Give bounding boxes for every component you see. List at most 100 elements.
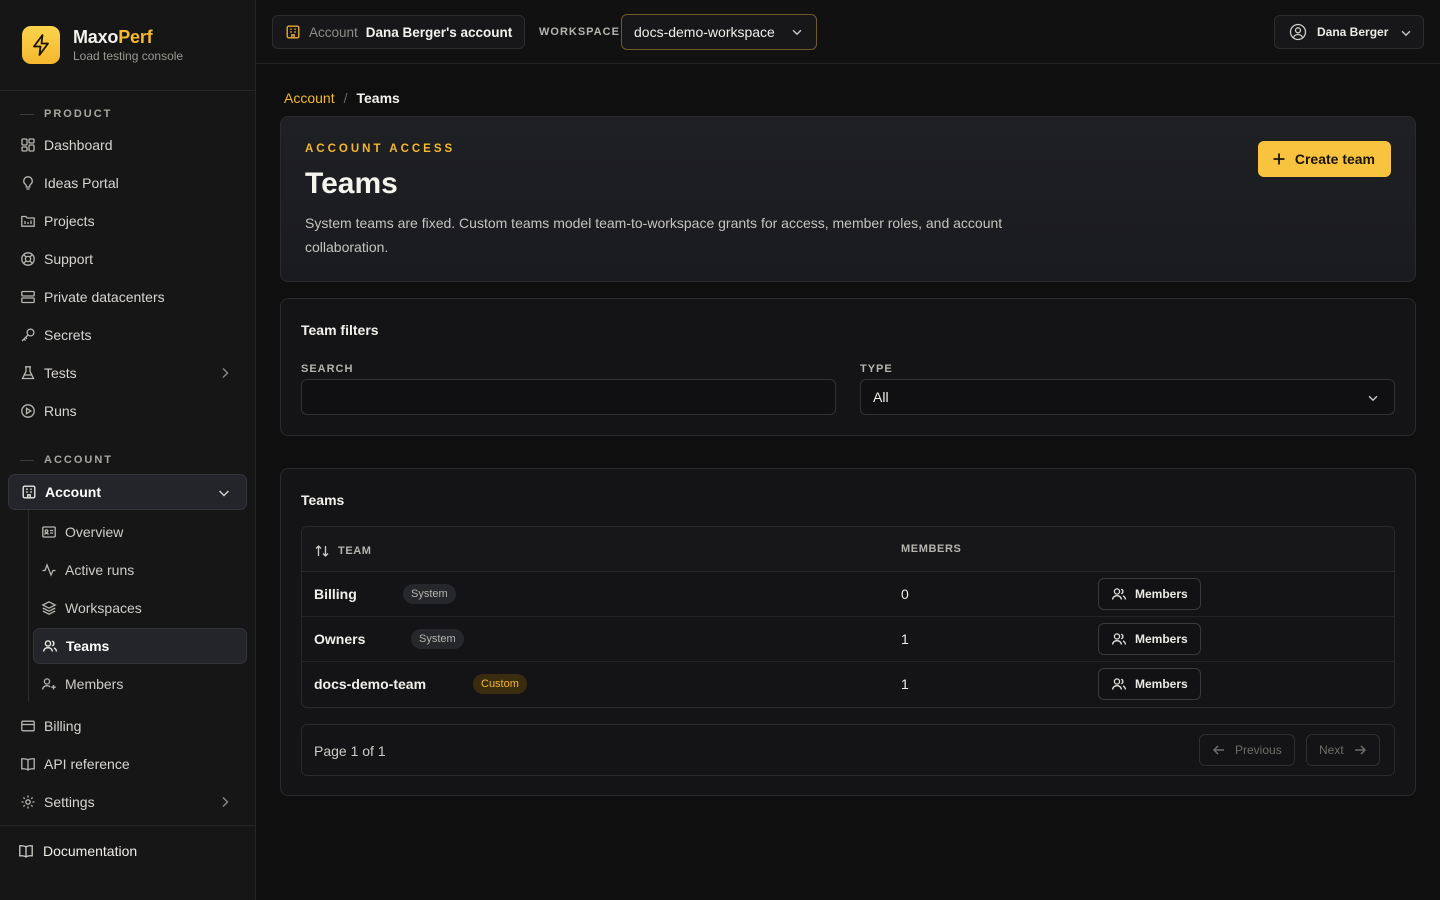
section-label-product: PRODUCT	[20, 108, 112, 120]
sidebar-divider	[0, 825, 255, 826]
sidebar-subitem-workspaces[interactable]: Workspaces	[33, 591, 247, 625]
sidebar-item-label: Billing	[44, 718, 82, 734]
teams-title: Teams	[301, 492, 345, 508]
members-button[interactable]: Members	[1098, 623, 1201, 655]
breadcrumb: Account / Teams	[284, 90, 400, 106]
grid-icon	[20, 137, 36, 153]
sidebar-item-runs[interactable]: Runs	[8, 394, 247, 428]
create-team-label: Create team	[1294, 151, 1375, 167]
sidebar-item-tests[interactable]: Tests	[8, 356, 247, 390]
building-icon	[21, 484, 37, 500]
sidebar-subitem-teams[interactable]: Teams	[33, 628, 247, 664]
page-header-card: ACCOUNT ACCESS Teams System teams are fi…	[280, 116, 1416, 282]
member-count: 1	[901, 631, 909, 647]
lightbulb-icon	[20, 175, 36, 191]
bolt-icon	[22, 26, 60, 64]
chevron-down-icon	[1366, 391, 1380, 405]
brand-subtitle: Load testing console	[73, 49, 184, 63]
gear-icon	[20, 794, 36, 810]
chevron-down-icon	[790, 25, 804, 39]
building-icon	[285, 24, 301, 40]
sidebar-item-support[interactable]: Support	[8, 242, 247, 276]
next-button[interactable]: Next	[1306, 734, 1380, 766]
page-description: System teams are fixed. Custom teams mod…	[305, 215, 1003, 255]
account-switcher[interactable]: Account Dana Berger's account	[272, 15, 526, 49]
breadcrumb-separator: /	[343, 90, 348, 106]
sidebar-item-label: Members	[65, 676, 124, 692]
sidebar-subitem-active-runs[interactable]: Active runs	[33, 553, 247, 587]
sidebar-item-label: Teams	[66, 638, 110, 654]
documentation-label: Documentation	[43, 843, 138, 859]
credit-card-icon	[20, 718, 36, 734]
sidebar-item-projects[interactable]: Projects	[8, 204, 247, 238]
flask-icon	[20, 365, 36, 381]
type-label: TYPE	[860, 363, 893, 375]
page-eyebrow: ACCOUNT ACCESS	[305, 143, 456, 155]
team-name: Owners	[314, 631, 366, 647]
members-button[interactable]: Members	[1098, 668, 1201, 700]
sidebar-item-billing[interactable]: Billing	[8, 709, 247, 743]
table-row: Billing System 0 Members	[302, 572, 1394, 617]
sidebar-subitem-members[interactable]: Members	[33, 667, 247, 701]
previous-button[interactable]: Previous	[1199, 734, 1295, 766]
brand-name: MaxoPerf	[73, 27, 153, 47]
sidebar-subitem-overview[interactable]: Overview	[33, 515, 247, 549]
chevron-right-icon[interactable]	[217, 365, 233, 381]
workspace-label: WORKSPACE	[539, 26, 620, 38]
subnav-guide-line	[28, 510, 29, 702]
sidebar-item-account[interactable]: Account	[8, 474, 247, 510]
team-name: docs-demo-team	[314, 676, 427, 692]
member-count: 1	[901, 676, 909, 692]
member-count: 0	[901, 586, 909, 602]
type-select[interactable]: All	[860, 379, 1395, 415]
sidebar-item-label: Workspaces	[65, 600, 142, 616]
sidebar-item-label: Support	[44, 251, 94, 267]
layers-icon	[41, 600, 57, 616]
sidebar-item-label: Private datacenters	[44, 289, 165, 305]
members-button[interactable]: Members	[1098, 578, 1201, 610]
sidebar-item-label: API reference	[44, 756, 130, 772]
sidebar: MaxoPerf Load testing console PRODUCT Da…	[0, 0, 256, 900]
sidebar-item-private-datacenters[interactable]: Private datacenters	[8, 280, 247, 314]
sort-icon	[314, 543, 330, 559]
users-icon	[42, 638, 58, 654]
plus-icon	[1272, 152, 1286, 166]
column-header-members: MEMBERS	[901, 543, 962, 555]
user-name: Dana Berger	[1317, 25, 1389, 39]
chevron-right-icon[interactable]	[217, 794, 233, 810]
table-row: docs-demo-team Custom 1 Members	[302, 662, 1394, 707]
sidebar-item-label: Active runs	[65, 562, 135, 578]
workspace-select-value: docs-demo-workspace	[634, 24, 775, 40]
sidebar-item-label: Projects	[44, 213, 95, 229]
folder-icon	[20, 213, 36, 229]
chevron-down-icon[interactable]	[216, 485, 232, 501]
page-title: Teams	[305, 167, 398, 200]
breadcrumb-account-link[interactable]: Account	[284, 90, 335, 106]
team-type-badge: System	[411, 629, 464, 649]
page-indicator: Page 1 of 1	[314, 743, 386, 759]
user-menu[interactable]: Dana Berger	[1274, 15, 1424, 49]
sidebar-item-label: Dashboard	[44, 137, 113, 153]
user-plus-icon	[41, 676, 57, 692]
column-header-team[interactable]: TEAM	[314, 543, 372, 559]
users-icon	[1111, 676, 1127, 692]
arrow-left-icon	[1212, 743, 1226, 757]
users-icon	[1111, 631, 1127, 647]
sidebar-item-api-reference[interactable]: API reference	[8, 747, 247, 781]
documentation-link[interactable]: Documentation	[18, 843, 137, 859]
activity-icon	[41, 562, 57, 578]
create-team-button[interactable]: Create team	[1257, 141, 1391, 177]
key-icon	[20, 327, 36, 343]
sidebar-item-label: Ideas Portal	[44, 175, 119, 191]
sidebar-item-dashboard[interactable]: Dashboard	[8, 128, 247, 162]
table-header: TEAM MEMBERS	[302, 527, 1394, 572]
sidebar-item-ideas-portal[interactable]: Ideas Portal	[8, 166, 247, 200]
workspace-select[interactable]: docs-demo-workspace	[621, 14, 817, 50]
brand[interactable]: MaxoPerf Load testing console	[22, 26, 183, 64]
sidebar-item-label: Secrets	[44, 327, 92, 343]
arrow-right-icon	[1353, 743, 1367, 757]
sidebar-item-secrets[interactable]: Secrets	[8, 318, 247, 352]
sidebar-item-settings[interactable]: Settings	[8, 785, 247, 819]
sidebar-item-label: Runs	[44, 403, 77, 419]
search-input[interactable]	[301, 379, 836, 415]
